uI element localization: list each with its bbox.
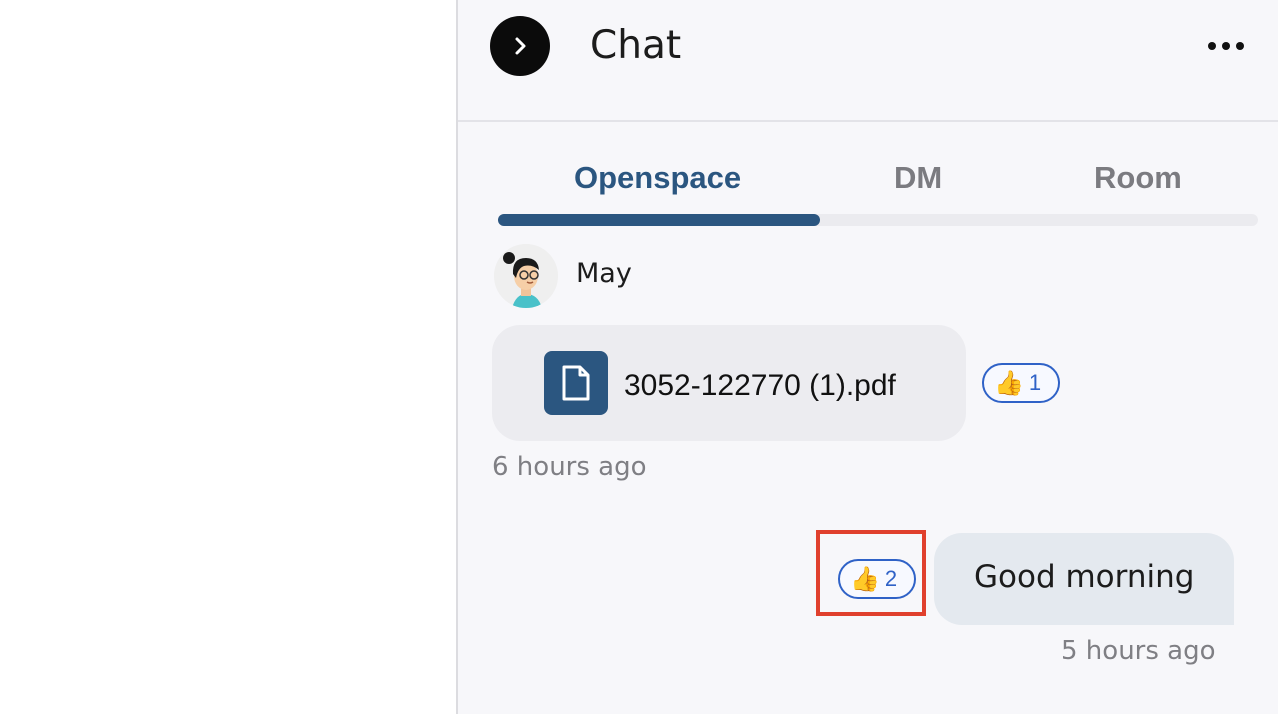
more-options-button[interactable] bbox=[1206, 36, 1246, 56]
thumbs-up-icon: 👍 bbox=[994, 369, 1024, 397]
message-timestamp: 6 hours ago bbox=[492, 452, 647, 482]
sender-name: May bbox=[576, 258, 632, 289]
tab-room[interactable]: Room bbox=[1094, 160, 1182, 196]
reaction-thumbs-up[interactable]: 👍 1 bbox=[982, 363, 1060, 403]
message-timestamp: 5 hours ago bbox=[1061, 636, 1216, 666]
file-attachment[interactable]: 3052-122770 (1).pdf bbox=[492, 325, 966, 441]
tab-dm[interactable]: DM bbox=[894, 160, 942, 196]
more-horizontal-icon bbox=[1208, 42, 1244, 50]
left-blank-area bbox=[0, 0, 456, 714]
expand-panel-button[interactable] bbox=[490, 16, 550, 76]
document-icon bbox=[562, 365, 590, 401]
reaction-count: 2 bbox=[884, 566, 898, 591]
chat-header: Chat bbox=[458, 0, 1278, 122]
file-name[interactable]: 3052-122770 (1).pdf bbox=[624, 369, 896, 403]
message-bubble[interactable]: Good morning bbox=[934, 533, 1234, 625]
page-title: Chat bbox=[590, 23, 682, 68]
active-tab-indicator bbox=[498, 214, 820, 226]
reaction-count: 1 bbox=[1028, 370, 1042, 395]
avatar[interactable] bbox=[494, 244, 558, 308]
tab-openspace[interactable]: Openspace bbox=[574, 160, 741, 196]
reaction-thumbs-up[interactable]: 👍 2 bbox=[838, 559, 916, 599]
chevron-right-icon bbox=[515, 37, 526, 55]
chat-tabs: Openspace DM Room bbox=[498, 150, 1258, 226]
file-icon bbox=[544, 351, 608, 415]
chat-panel: Chat Openspace DM Room May 3052-122770 (… bbox=[456, 0, 1278, 714]
thumbs-up-icon: 👍 bbox=[850, 565, 880, 593]
user-avatar-illustration bbox=[494, 244, 558, 308]
message-text: Good morning bbox=[974, 559, 1195, 595]
